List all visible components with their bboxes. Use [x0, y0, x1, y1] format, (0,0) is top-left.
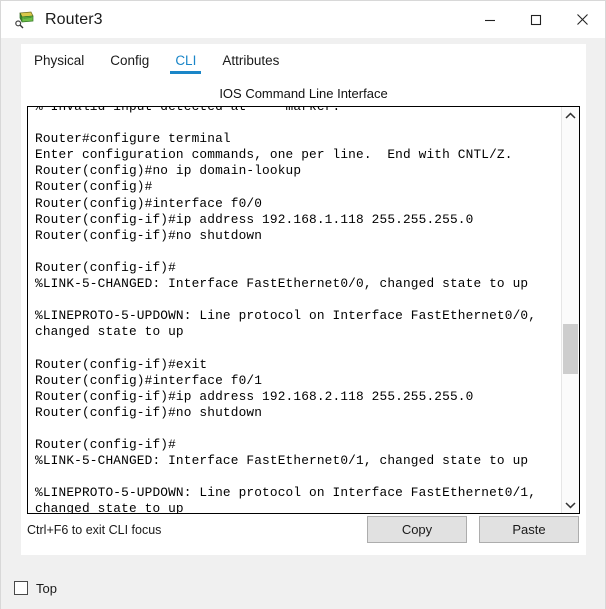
terminal-line: Router#configure terminal	[35, 131, 231, 147]
clipboard-buttons: Copy Paste	[367, 516, 579, 543]
top-checkbox-row[interactable]: Top	[14, 581, 57, 596]
close-button[interactable]	[559, 1, 605, 38]
terminal-line: Enter configuration commands, one per li…	[35, 147, 513, 163]
terminal-line: Router(config-if)#	[35, 259, 176, 275]
maximize-button[interactable]	[513, 1, 559, 38]
paste-button[interactable]: Paste	[479, 516, 579, 543]
router-device-icon	[14, 9, 36, 31]
router-cli-window: Router3 Physical Config CLI Attributes I…	[0, 0, 606, 609]
top-checkbox[interactable]	[14, 581, 28, 595]
terminal-line: Router(config-if)#no shutdown	[35, 227, 263, 243]
terminal-line: Router(config-if)#no shutdown	[35, 404, 263, 420]
scrollbar-thumb[interactable]	[563, 324, 578, 374]
tab-attributes[interactable]: Attributes	[209, 44, 292, 76]
tab-config[interactable]: Config	[97, 44, 162, 76]
scroll-down-button[interactable]	[562, 496, 579, 513]
terminal-line: %LINK-5-CHANGED: Interface FastEthernet0…	[35, 453, 529, 469]
cli-focus-hint: Ctrl+F6 to exit CLI focus	[27, 523, 162, 537]
terminal-line: Router(config)#no ip domain-lookup	[35, 163, 302, 179]
copy-button[interactable]: Copy	[367, 516, 467, 543]
terminal-line: Router(config)#interface f0/0	[35, 195, 263, 211]
window-footer: Top	[1, 567, 605, 609]
scroll-up-button[interactable]	[562, 107, 579, 124]
terminal-line: Router(config-if)#ip address 192.168.1.1…	[35, 211, 474, 227]
tab-cli[interactable]: CLI	[162, 44, 209, 76]
chevron-down-icon	[565, 501, 576, 508]
top-checkbox-label: Top	[36, 580, 57, 596]
window-controls	[467, 1, 605, 38]
close-icon	[576, 14, 588, 25]
panel-heading: IOS Command Line Interface	[219, 86, 388, 101]
window-title: Router3	[45, 10, 103, 28]
terminal-line: %LINEPROTO-5-UPDOWN: Line protocol on In…	[35, 308, 537, 324]
chevron-up-icon	[565, 112, 576, 119]
terminal-line: Router(config)#interface f0/1	[35, 372, 263, 388]
scrollbar-track[interactable]	[562, 124, 579, 496]
title-bar: Router3	[1, 1, 605, 38]
terminal-line: % Invalid input detected at '^' marker.	[35, 107, 561, 115]
minimize-button[interactable]	[467, 1, 513, 38]
tab-strip: Physical Config CLI Attributes	[21, 44, 586, 76]
tab-physical[interactable]: Physical	[21, 44, 97, 76]
terminal-line: Router(config-if)#ip address 192.168.2.1…	[35, 388, 474, 404]
maximize-icon	[530, 14, 542, 25]
terminal-line: changed state to up	[35, 501, 184, 513]
cli-panel: IOS Command Line Interface % Invalid inp…	[21, 76, 586, 555]
terminal-line: %LINEPROTO-5-UPDOWN: Line protocol on In…	[35, 485, 537, 501]
terminal-line: Router(config-if)#	[35, 436, 176, 452]
terminal-line: %LINK-5-CHANGED: Interface FastEthernet0…	[35, 276, 529, 292]
terminal-line: Router(config)#	[35, 179, 153, 195]
terminal-line: Router(config-if)#exit	[35, 356, 208, 372]
terminal-output[interactable]: % Invalid input detected at '^' marker. …	[28, 107, 561, 513]
terminal-container: % Invalid input detected at '^' marker. …	[27, 106, 580, 514]
minimize-icon	[485, 19, 495, 21]
terminal-scrollbar[interactable]	[561, 107, 579, 513]
terminal-line: changed state to up	[35, 324, 184, 340]
